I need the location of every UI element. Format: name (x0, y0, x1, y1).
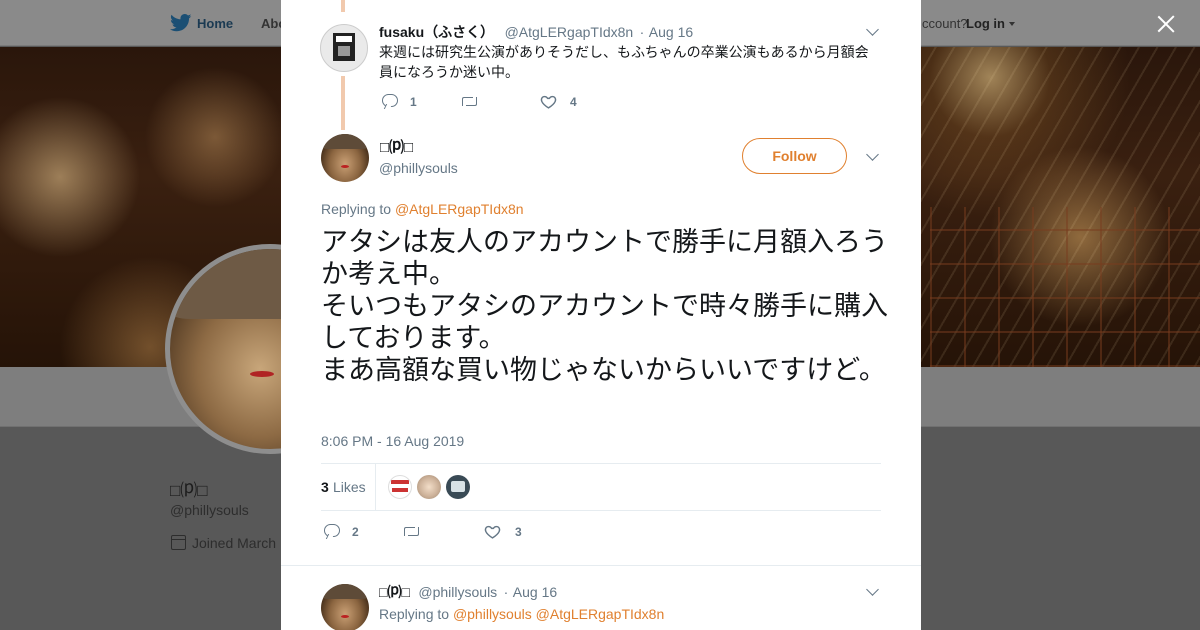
retweet-icon[interactable] (460, 95, 478, 107)
tweet-separator: · (503, 584, 509, 600)
tweet-author-name[interactable]: □⒫□ (379, 584, 410, 600)
like-count: 3 (515, 525, 522, 539)
nav-home-link[interactable]: Home (197, 16, 233, 31)
reply-icon[interactable] (324, 524, 340, 537)
replying-to-label: Replying to (321, 201, 392, 217)
tweet-text: 来週には研究生公演がありそうだし、もふちゃんの卒業公演もあるから月額会員になろう… (379, 44, 869, 80)
likes-label[interactable]: Likes (333, 479, 366, 495)
liker-avatar[interactable] (446, 475, 470, 499)
retweet-icon[interactable] (402, 525, 420, 537)
calendar-icon (171, 535, 186, 550)
replying-to-link[interactable]: @AtgLERgapTIdx8n (536, 606, 665, 622)
tweet-stats: 3 Likes (321, 463, 881, 511)
twitter-bird-icon[interactable] (170, 14, 192, 32)
like-count: 4 (570, 95, 577, 109)
avatar[interactable] (321, 134, 369, 182)
replying-to: Replying to @phillysouls @AtgLERgapTIdx8… (379, 606, 664, 622)
tweet-date[interactable]: Aug 16 (513, 584, 557, 600)
chevron-down-icon[interactable] (866, 148, 879, 161)
profile-handle: @phillysouls (170, 502, 249, 518)
replying-to: Replying to @AtgLERgapTIdx8n (321, 201, 524, 217)
tweet-author-name[interactable]: □⒫□ (380, 136, 413, 157)
liker-avatar[interactable] (388, 475, 412, 499)
heart-icon[interactable] (540, 93, 557, 110)
tweet-author-handle[interactable]: @phillysouls (379, 160, 458, 176)
tweet-actions: 2 3 (324, 522, 624, 542)
close-icon[interactable] (1152, 10, 1180, 38)
tweet-actions: 1 4 (382, 92, 682, 112)
tweet-author-handle[interactable]: @phillysouls (418, 584, 497, 600)
tweet-timestamp[interactable]: 8:06 PM - 16 Aug 2019 (321, 433, 464, 449)
liker-avatar[interactable] (417, 475, 441, 499)
avatar[interactable] (321, 584, 369, 630)
heart-icon[interactable] (484, 523, 501, 540)
tweet-modal: fusaku（ふさく） @AtgLERgapTIdx8n · Aug 16 来週… (281, 0, 921, 630)
tweet-author-name[interactable]: fusaku（ふさく） (379, 24, 494, 40)
avatar[interactable] (320, 24, 368, 72)
reply-icon[interactable] (382, 94, 398, 107)
follow-button[interactable]: Follow (742, 138, 847, 174)
have-account-text: ccount? (922, 16, 968, 31)
chevron-down-icon[interactable] (866, 23, 879, 36)
thread-line-top (341, 0, 345, 12)
reply-count: 1 (410, 95, 417, 109)
tweet-author-handle[interactable]: @AtgLERgapTIdx8n (505, 24, 634, 40)
profile-joined-date: Joined March (192, 535, 277, 551)
tweet-text: アタシは友人のアカウントで勝手に月額入ろうか考え中。 そいつもアタシのアカウント… (321, 227, 888, 386)
replying-to-link[interactable]: @phillysouls (453, 606, 532, 622)
tweet-separator: · (639, 24, 645, 40)
login-caret-icon[interactable] (1009, 22, 1015, 26)
divider (281, 565, 921, 566)
replying-to-link[interactable]: @AtgLERgapTIdx8n (395, 201, 524, 217)
chevron-down-icon[interactable] (866, 583, 879, 596)
login-link[interactable]: Log in (966, 16, 1005, 31)
replying-to-label: Replying to (379, 606, 450, 622)
reply-count: 2 (352, 525, 359, 539)
thread-line-parent (341, 76, 345, 130)
profile-name: □⒫□ (170, 481, 208, 500)
tweet-date[interactable]: Aug 16 (649, 24, 693, 40)
likes-count[interactable]: 3 (321, 479, 329, 495)
